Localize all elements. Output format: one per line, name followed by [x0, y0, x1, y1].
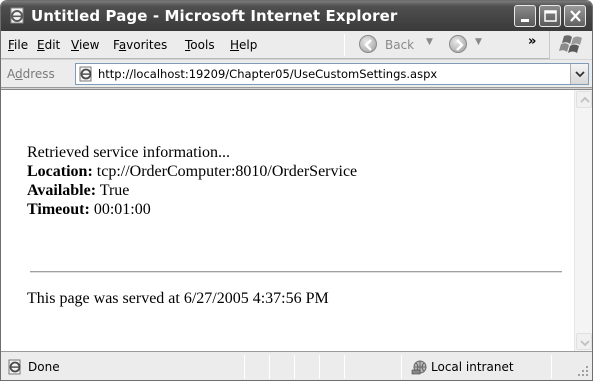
- menu-view[interactable]: View: [71, 38, 99, 52]
- intro-text: Retrieved service information...: [27, 144, 231, 161]
- menu-bar: File Edit View Favorites Tools Help Back…: [1, 31, 592, 59]
- toolbar-separator: [344, 34, 345, 56]
- available-label: Available:: [27, 182, 97, 199]
- menu-help-rest: elp: [239, 38, 258, 52]
- status-pane-divider: [551, 355, 552, 379]
- ie-page-icon: [8, 359, 21, 375]
- menu-view-rest: iew: [78, 38, 100, 52]
- address-url[interactable]: http://localhost:19209/Chapter05/UseCust…: [98, 67, 437, 81]
- forward-arrow-icon: [449, 35, 467, 53]
- resize-grip-icon[interactable]: [574, 364, 590, 380]
- location-label: Location:: [27, 163, 93, 180]
- timeout-row: Timeout: 00:01:00: [27, 200, 572, 219]
- local-intranet-icon: [411, 360, 427, 375]
- address-label-rest: dress: [22, 67, 55, 81]
- scroll-up-button[interactable]: [576, 91, 592, 108]
- menu-view-accel: V: [71, 38, 79, 52]
- location-value: tcp://OrderComputer:8010/OrderService: [92, 163, 358, 180]
- page-content: Retrieved service information... Locatio…: [1, 89, 592, 351]
- address-input[interactable]: http://localhost:19209/Chapter05/UseCust…: [75, 63, 589, 85]
- menu-file-rest: ile: [14, 38, 29, 52]
- title-bar[interactable]: Untitled Page - Microsoft Internet Explo…: [1, 1, 592, 31]
- window-title: Untitled Page - Microsoft Internet Explo…: [31, 7, 398, 25]
- back-label: Back: [385, 38, 415, 52]
- address-label-accel: d: [15, 67, 23, 81]
- available-row: Available: True: [27, 181, 572, 200]
- chevron-down-icon: [580, 340, 590, 347]
- status-text: Done: [28, 360, 60, 374]
- address-dropdown-button[interactable]: [570, 64, 588, 84]
- status-pane-divider: [344, 355, 345, 379]
- menu-favorites[interactable]: Favorites: [113, 38, 167, 52]
- vertical-scrollbar[interactable]: [574, 90, 592, 351]
- browser-window: Untitled Page - Microsoft Internet Explo…: [0, 0, 593, 381]
- security-zone-label: Local intranet: [431, 360, 514, 374]
- timeout-label: Timeout:: [27, 201, 90, 218]
- address-label: Address: [7, 67, 55, 81]
- menu-tools-rest: ools: [190, 38, 215, 52]
- close-icon: [570, 10, 581, 22]
- forward-dropdown-icon[interactable]: ▼: [475, 37, 482, 47]
- chevron-down-icon: [575, 71, 585, 78]
- menu-edit-rest: dit: [44, 38, 61, 52]
- served-timestamp: This page was served at 6/27/2005 4:37:5…: [27, 290, 329, 307]
- address-label-prefix: A: [7, 67, 15, 81]
- status-bar: Done Local intranet: [1, 351, 592, 380]
- ie-page-icon: [79, 66, 92, 82]
- status-pane-divider: [269, 355, 270, 379]
- menu-file[interactable]: File: [8, 38, 28, 52]
- back-arrow-icon: [359, 35, 377, 53]
- available-value: True: [96, 182, 130, 199]
- minimize-icon: [521, 19, 529, 22]
- status-pane-divider: [294, 355, 295, 379]
- scroll-down-button[interactable]: [576, 333, 592, 350]
- location-row: Location: tcp://OrderComputer:8010/Order…: [27, 162, 572, 181]
- status-pane-divider: [319, 355, 320, 379]
- windows-logo-icon: [549, 31, 592, 59]
- service-info: Retrieved service information... Locatio…: [27, 143, 572, 219]
- chevron-up-icon: [580, 96, 590, 103]
- address-bar: Address http://localhost:19209/Chapter05…: [1, 60, 592, 88]
- status-pane-divider: [244, 355, 245, 379]
- close-button[interactable]: [564, 5, 586, 27]
- timeout-value: 00:01:00: [89, 201, 151, 218]
- menu-favorites-rest: vorites: [126, 38, 168, 52]
- horizontal-rule: [30, 271, 562, 273]
- menu-help-accel: H: [230, 38, 240, 52]
- ie-page-icon: [10, 7, 24, 24]
- maximize-button[interactable]: [539, 5, 561, 27]
- toolbar-overflow-chevron[interactable]: »: [528, 34, 536, 49]
- menu-help[interactable]: Help: [230, 38, 257, 52]
- menu-tools[interactable]: Tools: [185, 38, 215, 52]
- menu-edit[interactable]: Edit: [37, 38, 60, 52]
- back-dropdown-icon[interactable]: ▼: [426, 37, 433, 47]
- maximize-icon: [544, 10, 557, 22]
- status-pane-divider: [401, 355, 402, 379]
- minimize-button[interactable]: [514, 5, 536, 27]
- menu-edit-accel: E: [37, 38, 45, 52]
